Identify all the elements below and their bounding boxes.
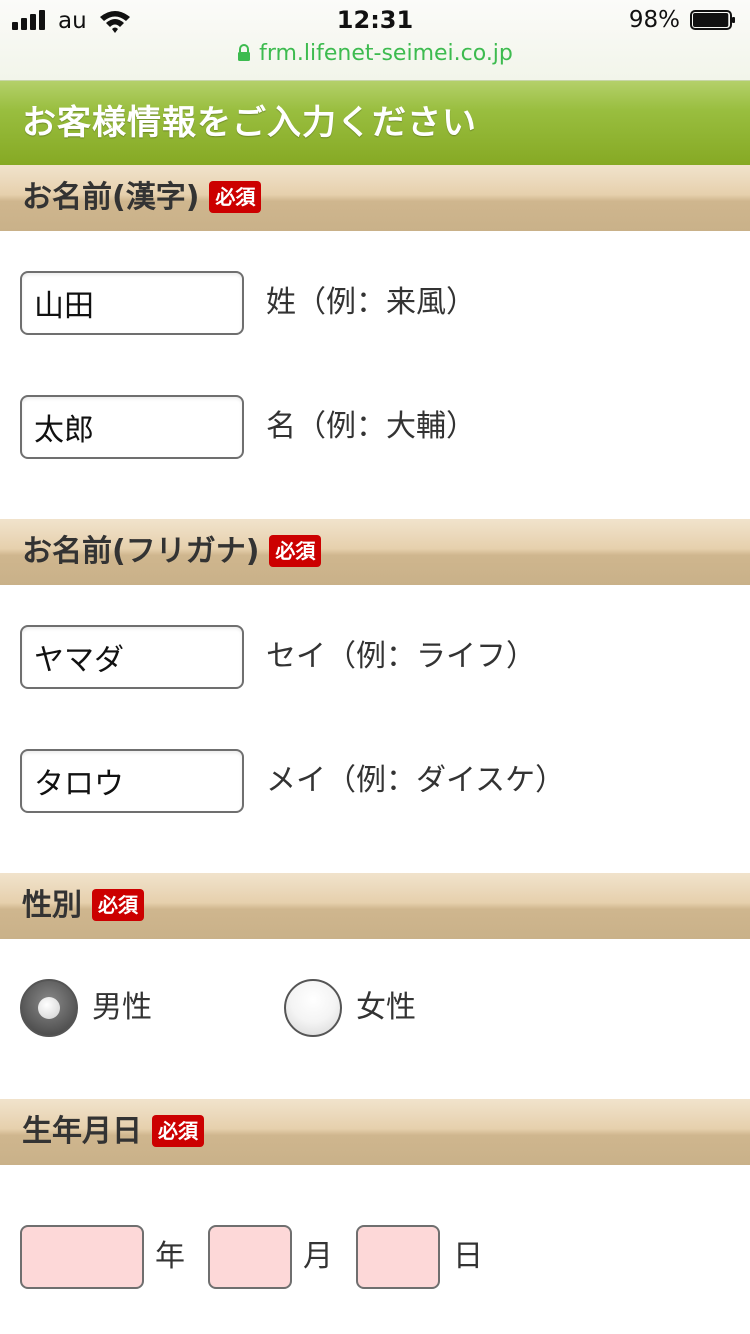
required-badge: 必須	[92, 888, 144, 921]
first-name-kanji-input[interactable]	[20, 395, 244, 459]
day-unit-label: 日	[453, 1239, 483, 1274]
last-name-kanji-hint: 姓（例：来風）	[266, 285, 476, 320]
section-header-gender: 性別 必須	[0, 873, 750, 939]
battery-percent: 98%	[628, 7, 680, 33]
month-unit-label: 月	[303, 1239, 333, 1274]
year-unit-label: 年	[155, 1239, 185, 1274]
battery-icon	[690, 10, 735, 30]
page-title: お客様情報をご入力ください	[0, 81, 750, 165]
birth-month-input[interactable]	[208, 1225, 292, 1289]
section-header-birthday: 生年月日 必須	[0, 1099, 750, 1165]
required-badge: 必須	[269, 534, 322, 567]
last-name-kana-hint: セイ（例：ライフ）	[266, 639, 536, 674]
required-badge: 必須	[209, 180, 262, 213]
birth-year-input[interactable]	[20, 1225, 144, 1289]
radio-button-female[interactable]	[284, 979, 342, 1037]
status-bar: au 12:31 98% frm.lifenet-seimei.co.jp	[0, 0, 750, 81]
url-text: frm.lifenet-seimei.co.jp	[259, 41, 513, 66]
required-badge: 必須	[152, 1114, 204, 1147]
radio-label-female: 女性	[356, 990, 416, 1025]
section-header-name-kanji: お名前(漢字) 必須	[0, 165, 750, 231]
first-name-kanji-hint: 名（例：大輔）	[266, 409, 476, 444]
last-name-kana-input[interactable]	[20, 625, 244, 689]
birth-day-input[interactable]	[356, 1225, 440, 1289]
first-name-kana-input[interactable]	[20, 749, 244, 813]
radio-button-male[interactable]	[20, 979, 78, 1037]
section-label: お名前(フリガナ)	[22, 534, 260, 569]
first-name-kana-hint: メイ（例：ダイスケ）	[266, 763, 566, 798]
lock-icon	[238, 44, 251, 61]
last-name-kanji-input[interactable]	[20, 271, 244, 335]
section-label: 性別	[22, 888, 82, 923]
section-header-name-kana: お名前(フリガナ) 必須	[0, 519, 750, 585]
url-bar[interactable]: frm.lifenet-seimei.co.jp	[0, 41, 750, 66]
section-label: お名前(漢字)	[22, 180, 200, 215]
radio-label-male: 男性	[92, 990, 152, 1025]
section-label: 生年月日	[22, 1114, 142, 1149]
